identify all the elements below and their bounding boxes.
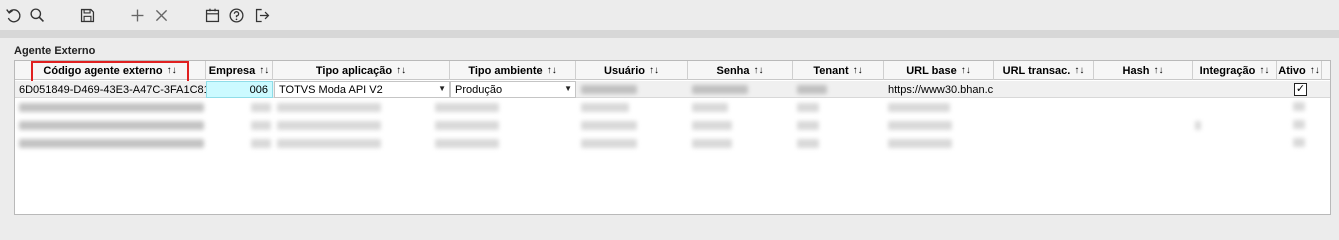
redacted-cell: [19, 121, 204, 130]
redacted-checkbox: [1293, 138, 1305, 147]
redacted-cell: [277, 121, 381, 130]
col-label: Senha: [716, 64, 750, 77]
col-header-empresa[interactable]: Empresa ↑↓: [206, 61, 273, 80]
table-row-selected[interactable]: 6D051849-D469-43E3-A47C-3FA1C81 006 TOTV…: [15, 81, 1330, 98]
col-label: Empresa: [208, 64, 256, 77]
redacted-checkbox: [1293, 102, 1305, 111]
col-label: Hash: [1122, 64, 1150, 77]
select-value: TOTVS Moda API V2: [279, 83, 383, 96]
table-row[interactable]: [15, 99, 1330, 116]
redacted-cell: [277, 103, 381, 112]
sort-icon: ↑↓: [753, 65, 764, 76]
tipo-ambiente-select[interactable]: Produção ▼: [450, 81, 576, 98]
col-label: URL base: [906, 64, 957, 77]
redacted-cell: [797, 139, 819, 148]
content-area: Agente Externo Código agente externo ↑↓ E…: [0, 38, 1339, 215]
table-row[interactable]: [15, 135, 1330, 152]
redacted-cell: [435, 103, 499, 112]
col-header-senha[interactable]: Senha ↑↓: [688, 61, 793, 80]
toolbar: [0, 0, 1339, 30]
redacted-cell: [581, 121, 637, 130]
redacted-cell: [888, 103, 950, 112]
col-header-url-transac[interactable]: URL transac. ↑↓: [994, 61, 1094, 80]
cell-codigo[interactable]: 6D051849-D469-43E3-A47C-3FA1C81: [15, 81, 206, 98]
search-icon[interactable]: [27, 5, 47, 25]
redacted-cell: [797, 103, 819, 112]
redacted-checkbox: [1293, 120, 1305, 129]
redacted-cell: [251, 139, 271, 148]
table-row[interactable]: [15, 117, 1330, 134]
col-label: URL transac.: [1002, 64, 1071, 77]
grid-header: Código agente externo ↑↓ Empresa ↑↓ Tipo a…: [15, 61, 1330, 80]
col-header-ativo[interactable]: Ativo ↑↓: [1277, 61, 1322, 80]
redacted-tenant: [797, 85, 827, 94]
sort-icon: ↑↓: [1074, 65, 1085, 76]
redacted-cell: [692, 139, 732, 148]
agente-externo-grid: Código agente externo ↑↓ Empresa ↑↓ Tipo a…: [14, 60, 1331, 215]
redacted-cell: [692, 121, 732, 130]
redacted-cell: [277, 139, 381, 148]
tipo-aplicacao-select[interactable]: TOTVS Moda API V2 ▼: [274, 81, 450, 98]
col-header-tipo-aplicacao[interactable]: Tipo aplicação ↑↓: [273, 61, 450, 80]
redacted-cell: [1195, 121, 1201, 130]
col-label: Integração: [1199, 64, 1256, 77]
redacted-cell: [888, 121, 952, 130]
chevron-down-icon[interactable]: ▼: [564, 84, 572, 93]
sort-icon: ↑↓: [1259, 65, 1270, 76]
ativo-checkbox[interactable]: ✓: [1294, 83, 1307, 96]
redacted-cell: [251, 103, 271, 112]
sort-icon: ↑↓: [960, 65, 971, 76]
col-header-integracao[interactable]: Integração ↑↓: [1193, 61, 1277, 80]
toolbar-separator-band: [0, 30, 1339, 38]
add-icon[interactable]: [127, 5, 147, 25]
redacted-cell: [19, 139, 204, 148]
delete-icon[interactable]: [151, 5, 171, 25]
sort-icon: ↑↓: [852, 65, 863, 76]
col-header-codigo[interactable]: Código agente externo ↑↓: [15, 61, 206, 80]
col-label: Usuário: [604, 64, 645, 77]
sort-icon: ↑↓: [1153, 65, 1164, 76]
redacted-cell: [581, 139, 637, 148]
redacted-cell: [888, 139, 952, 148]
cell-url-base[interactable]: https://www30.bhan.c: [884, 81, 999, 98]
save-icon[interactable]: [77, 5, 97, 25]
col-header-hash[interactable]: Hash ↑↓: [1094, 61, 1193, 80]
redacted-senha: [692, 85, 748, 94]
col-label: Tenant: [813, 64, 849, 77]
redacted-cell: [251, 121, 271, 130]
redacted-cell: [435, 139, 499, 148]
undo-icon[interactable]: [3, 5, 23, 25]
redacted-cell: [19, 103, 204, 112]
col-header-tenant[interactable]: Tenant ↑↓: [793, 61, 884, 80]
redacted-cell: [435, 121, 499, 130]
select-value: Produção: [455, 83, 503, 96]
col-header-tipo-ambiente[interactable]: Tipo ambiente ↑↓: [450, 61, 576, 80]
sort-icon: ↑↓: [259, 65, 270, 76]
col-label: Tipo ambiente: [468, 64, 543, 77]
redacted-cell: [797, 121, 819, 130]
exit-icon[interactable]: [252, 5, 272, 25]
sort-icon: ↑↓: [546, 65, 557, 76]
help-icon[interactable]: [226, 5, 246, 25]
cell-empresa-input[interactable]: 006: [206, 81, 273, 98]
redacted-cell: [692, 103, 728, 112]
col-header-url-base[interactable]: URL base ↑↓: [884, 61, 994, 80]
col-label: Ativo: [1278, 64, 1306, 77]
calendar-icon[interactable]: [202, 5, 222, 25]
col-label: Tipo aplicação: [315, 64, 393, 77]
section-title: Agente Externo: [14, 45, 96, 57]
chevron-down-icon[interactable]: ▼: [438, 84, 446, 93]
sort-icon: ↑↓: [396, 65, 407, 76]
sort-icon: ↑↓: [1309, 65, 1320, 76]
redacted-cell: [581, 103, 629, 112]
col-label: Código agente externo: [43, 64, 163, 77]
redacted-usuario: [581, 85, 637, 94]
sort-icon: ↑↓: [648, 65, 659, 76]
sort-icon: ↑↓: [166, 65, 177, 76]
col-header-usuario[interactable]: Usuário ↑↓: [576, 61, 688, 80]
